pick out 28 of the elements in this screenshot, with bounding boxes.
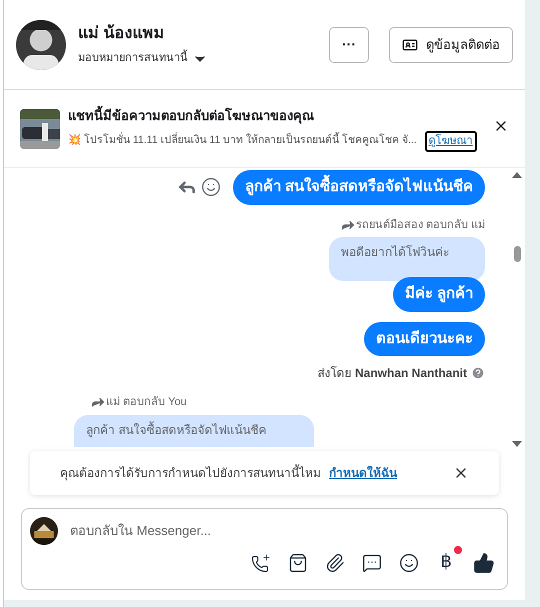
like-icon[interactable] (473, 552, 495, 574)
quoted-message: พอดีอยากได้โฟวินค่ะ (329, 237, 485, 281)
assign-to-me-link[interactable]: กำหนดให้ฉัน (329, 464, 397, 482)
contact-info-button[interactable]: ดูข้อมูลติดต่อ (389, 26, 513, 62)
help-icon[interactable] (471, 366, 485, 380)
ad-text: 💥 โปรโมชั่น 11.11 เปลี่ยนเงิน 11 บาท ให้กลายเป็นรถยนต์นี้ โชคคูณโชค จั... (68, 133, 417, 148)
notice-text: คุณต้องการได้รับการกำหนดไปยังการสนทนานี้ไหม (60, 464, 321, 482)
sent-message: ตอนเดียวนะคะ (364, 322, 485, 356)
sender-info: ส่งโดย Nanwhan Nanthanit (318, 365, 467, 382)
chat-bubble-icon[interactable] (362, 553, 382, 573)
sent-message: มีค่ะ ลูกค้า (392, 277, 485, 312)
contact-name: แม่ น้องแพม (78, 23, 166, 44)
id-card-icon (402, 36, 418, 52)
emoji-icon[interactable] (399, 553, 419, 573)
reply-label: แม่ ตอบกลับ You (106, 395, 187, 410)
call-add-icon[interactable] (251, 553, 271, 573)
ad-banner-title: แชทนี้มีข้อความตอบกลับต่อโฆษณาของคุณ (68, 106, 315, 125)
view-ad-link[interactable]: ดูโฆษณา (424, 131, 477, 152)
quoted-message: ลูกค้า สนใจซื้อสดหรือจัดไฟแน้นชีค (74, 414, 314, 446)
scrollbar[interactable] (512, 172, 522, 447)
payment-button[interactable]: ฿ (436, 552, 456, 570)
reply-input[interactable]: ตอบกลับใน Messenger... (70, 521, 499, 541)
more-button[interactable]: ··· (329, 26, 369, 62)
paperclip-icon[interactable] (325, 553, 345, 573)
shopping-bag-icon[interactable] (288, 553, 308, 573)
assign-dropdown[interactable]: มอบหมายการสนทนานี้ (78, 50, 208, 67)
reply-label: รถยนต์มือสอง ตอบกลับ แม่ (356, 218, 485, 232)
sent-message: ลูกค้า สนใจซื้อสดหรือจัดไฟแน้นชีค (232, 170, 485, 204)
